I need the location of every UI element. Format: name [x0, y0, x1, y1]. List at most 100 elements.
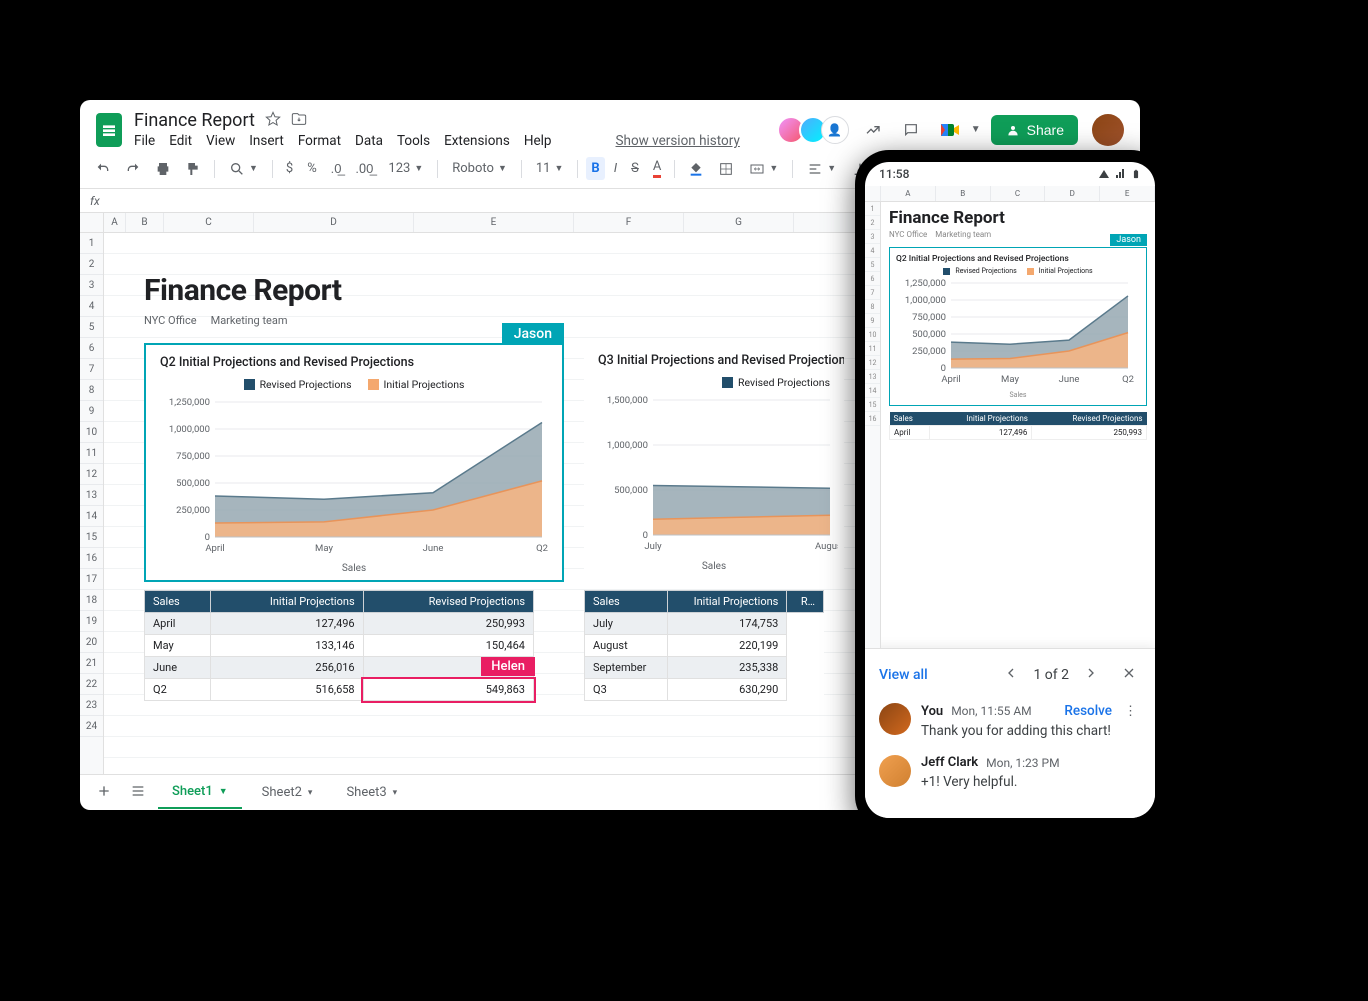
row-header[interactable]: 7 — [80, 359, 103, 380]
menu-file[interactable]: File — [134, 133, 155, 149]
row-header[interactable]: 20 — [80, 632, 103, 653]
row-header[interactable]: 5 — [80, 317, 103, 338]
fx-icon: fx — [80, 194, 110, 208]
column-header[interactable]: E — [414, 213, 574, 232]
paint-format-icon[interactable] — [180, 157, 206, 181]
row-header[interactable]: 23 — [80, 695, 103, 716]
row-header[interactable]: 4 — [80, 296, 103, 317]
meet-icon[interactable] — [935, 115, 965, 145]
view-all-link[interactable]: View all — [879, 667, 928, 683]
bold-button[interactable]: B — [586, 157, 604, 180]
column-header[interactable]: A — [104, 213, 126, 232]
font-size-select[interactable]: 11▼ — [530, 157, 570, 180]
merge-cells-select[interactable]: ▼ — [743, 157, 784, 181]
activity-icon[interactable] — [859, 116, 887, 144]
menu-view[interactable]: View — [206, 133, 235, 149]
row-header[interactable]: 12 — [80, 464, 103, 485]
close-comments-icon[interactable] — [1117, 661, 1141, 689]
sheet-tab-1[interactable]: Sheet1▼ — [158, 776, 242, 809]
sheets-logo-icon[interactable] — [96, 113, 122, 147]
row-header[interactable]: 3 — [80, 275, 103, 296]
comment-time: Mon, 11:55 AM — [951, 704, 1031, 718]
phone-row-headers: 12345678910111213141516 — [865, 202, 881, 648]
decrease-decimal-icon[interactable]: .0̲ — [326, 157, 347, 181]
row-header[interactable]: 21 — [80, 653, 103, 674]
svg-text:1,000,000: 1,000,000 — [169, 424, 210, 435]
row-header[interactable]: 17 — [80, 569, 103, 590]
chart-q3[interactable]: Q3 Initial Projections and Revised Proje… — [584, 343, 844, 582]
column-header[interactable]: G — [684, 213, 794, 232]
row-header[interactable]: 6 — [80, 338, 103, 359]
increase-decimal-icon[interactable]: .00̲ — [350, 157, 378, 181]
column-header[interactable]: D — [254, 213, 414, 232]
row-header[interactable]: 16 — [80, 548, 103, 569]
strikethrough-button[interactable]: S — [626, 157, 644, 180]
row-header[interactable]: 14 — [80, 506, 103, 527]
account-avatar[interactable] — [1092, 114, 1124, 146]
more-formats-select[interactable]: 123▼ — [382, 157, 429, 180]
row-header[interactable]: 1 — [80, 233, 103, 254]
sheet-tab-2[interactable]: Sheet2▾ — [248, 777, 327, 808]
row-header[interactable]: 10 — [80, 422, 103, 443]
currency-icon[interactable]: $ — [281, 157, 298, 180]
redo-icon[interactable] — [120, 157, 146, 181]
phone-chart[interactable]: Jason Q2 Initial Projections and Revised… — [889, 247, 1147, 406]
row-header[interactable]: 18 — [80, 590, 103, 611]
prev-comment-icon[interactable] — [999, 661, 1023, 689]
add-sheet-icon[interactable] — [90, 777, 118, 809]
meet-dropdown-icon[interactable]: ▼ — [971, 124, 981, 135]
column-header[interactable]: B — [126, 213, 164, 232]
version-history-link[interactable]: Show version history — [616, 133, 740, 149]
comment-history-icon[interactable] — [897, 116, 925, 144]
zoom-select[interactable]: ▼ — [223, 157, 264, 181]
menu-data[interactable]: Data — [355, 133, 383, 149]
share-button[interactable]: Share — [991, 115, 1078, 145]
menu-tools[interactable]: Tools — [397, 133, 430, 149]
menu-format[interactable]: Format — [298, 133, 341, 149]
row-header[interactable]: 11 — [80, 443, 103, 464]
menu-extensions[interactable]: Extensions — [444, 133, 510, 149]
all-sheets-icon[interactable] — [124, 777, 152, 809]
font-select[interactable]: Roboto▼ — [446, 157, 513, 180]
row-header[interactable]: 19 — [80, 611, 103, 632]
italic-button[interactable]: I — [609, 157, 622, 180]
star-icon[interactable] — [265, 111, 281, 131]
comments-panel: View all 1 of 2 You Mon, 11:55 AM — [865, 648, 1155, 818]
row-header[interactable]: 13 — [80, 485, 103, 506]
document-title[interactable]: Finance Report — [134, 110, 255, 131]
row-header[interactable]: 15 — [80, 527, 103, 548]
percent-icon[interactable]: % — [302, 157, 322, 180]
presence-anon-icon[interactable]: 👤 — [821, 116, 849, 144]
svg-text:August: August — [815, 541, 838, 552]
h-align-select[interactable]: ▼ — [801, 157, 842, 181]
print-icon[interactable] — [150, 157, 176, 181]
presence-avatars[interactable]: 👤 — [783, 116, 849, 144]
fill-color-icon[interactable] — [683, 157, 709, 181]
text-color-icon[interactable]: A — [648, 155, 666, 182]
row-header[interactable]: 22 — [80, 674, 103, 695]
comment-pager: 1 of 2 — [1033, 667, 1069, 683]
borders-icon[interactable] — [713, 157, 739, 181]
table-q3: SalesInitial ProjectionsR… July174,753Au… — [584, 590, 824, 701]
undo-icon[interactable] — [90, 157, 116, 181]
chart-q2-svg: 0250,000500,000750,0001,000,0001,250,000… — [160, 397, 550, 557]
select-all-corner[interactable] — [80, 213, 104, 232]
chart-q2[interactable]: Jason Q2 Initial Projections and Revised… — [144, 343, 564, 582]
move-to-folder-icon[interactable] — [291, 111, 307, 131]
next-comment-icon[interactable] — [1079, 661, 1103, 689]
phone-chart-svg: 0250,000500,000750,0001,000,0001,250,000… — [896, 278, 1136, 388]
row-header[interactable]: 9 — [80, 401, 103, 422]
menu-help[interactable]: Help — [524, 133, 552, 149]
menu-insert[interactable]: Insert — [249, 133, 284, 149]
legend-initial-label: Initial Projections — [384, 378, 465, 391]
row-header[interactable]: 8 — [80, 380, 103, 401]
row-header[interactable]: 2 — [80, 254, 103, 275]
column-header[interactable]: F — [574, 213, 684, 232]
column-header[interactable]: C — [164, 213, 254, 232]
sheet-tab-3[interactable]: Sheet3▾ — [332, 777, 411, 808]
phone-legend-initial-icon — [1027, 268, 1034, 275]
menu-edit[interactable]: Edit — [169, 133, 192, 149]
resolve-button[interactable]: Resolve — [1064, 703, 1112, 719]
comment-more-icon[interactable]: ⋮ — [1120, 704, 1141, 719]
row-header[interactable]: 24 — [80, 716, 103, 737]
